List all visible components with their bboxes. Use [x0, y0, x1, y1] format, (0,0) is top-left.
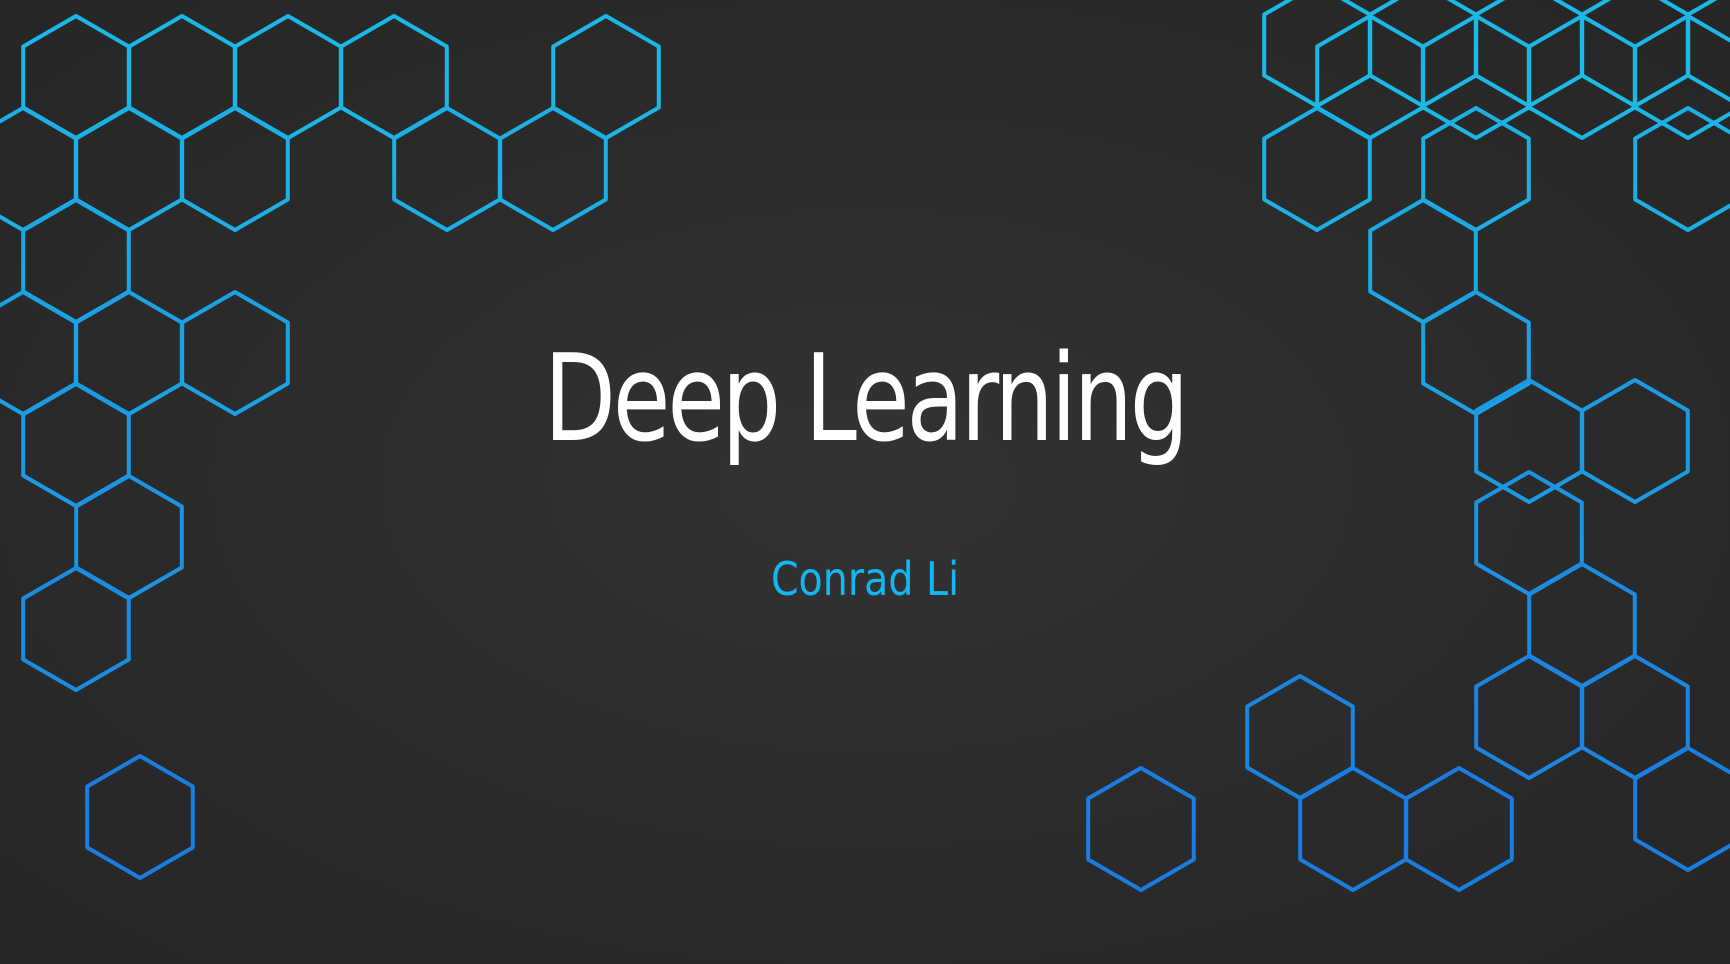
hexagon-outline — [1633, 746, 1730, 872]
hexagon-outline — [1633, 106, 1730, 232]
hexagon-outline — [1262, 106, 1372, 232]
slide-subtitle: Conrad Li — [770, 552, 960, 606]
hexagon-outline — [1421, 106, 1531, 232]
hexagon-outline — [392, 106, 502, 232]
slide-title: Deep Learning — [543, 330, 1189, 469]
hexagon-outline — [21, 198, 131, 324]
hexagon-outline — [85, 754, 195, 880]
hexagon-outline — [180, 106, 290, 232]
hexagon-outline — [127, 14, 237, 140]
hexagon-outline — [1298, 766, 1408, 892]
hexagon-outline — [1686, 0, 1730, 102]
hexagon-outline — [1404, 766, 1514, 892]
hexagon-outline — [21, 566, 131, 692]
hexagon-outline — [74, 290, 184, 416]
hexagon-outline — [74, 106, 184, 232]
hexagon-outline — [0, 106, 78, 232]
hexagon-outline — [21, 14, 131, 140]
hexagon-outline — [1474, 654, 1584, 780]
hexagon-outline — [1580, 378, 1690, 504]
hexagon-outline — [1368, 198, 1478, 324]
hexagon-outline — [233, 14, 343, 140]
hexagon-outline — [339, 14, 449, 140]
hexagon-outline — [1245, 674, 1355, 800]
title-slide: Deep Learning Conrad Li — [0, 0, 1730, 964]
hexagon-outline — [21, 382, 131, 508]
hexagon-outline — [1086, 766, 1196, 892]
hexagon-pattern — [0, 0, 1730, 892]
hexagon-outline — [1580, 654, 1690, 780]
hexagon-outline — [0, 290, 78, 416]
hexagon-outline — [498, 106, 608, 232]
hexagon-outline — [551, 14, 661, 140]
